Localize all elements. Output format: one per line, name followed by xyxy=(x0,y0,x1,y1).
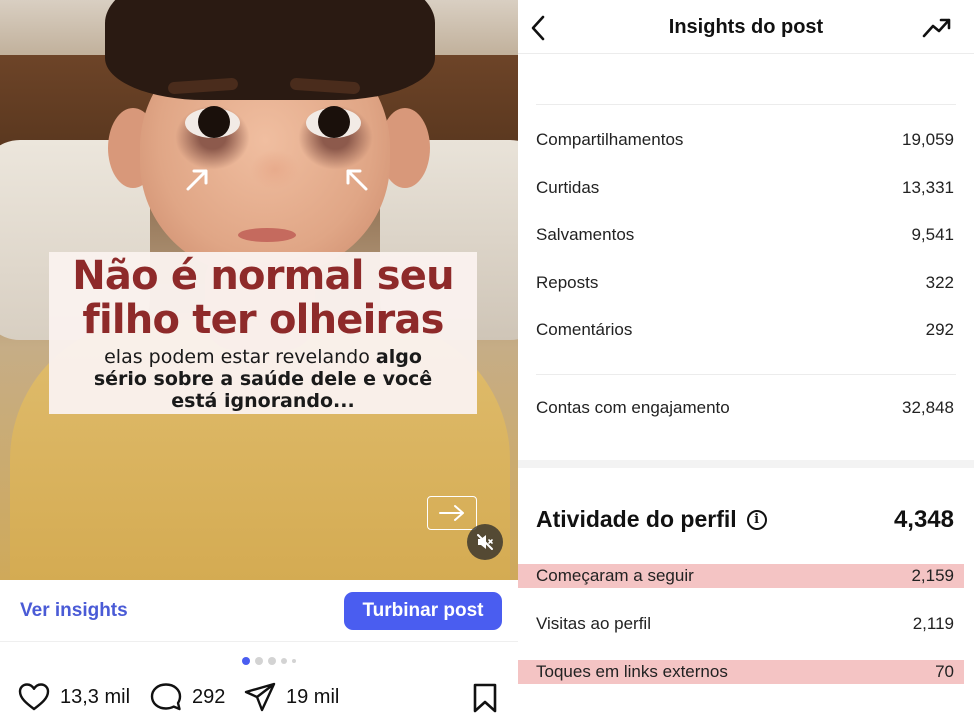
next-slide-button[interactable] xyxy=(427,496,477,530)
metric-value: 9,541 xyxy=(911,225,954,244)
view-insights-link[interactable]: Ver insights xyxy=(20,600,128,622)
metric-row-shares: Compartilhamentos 19,059 xyxy=(536,128,954,152)
save-button[interactable] xyxy=(472,682,498,714)
carousel-dot xyxy=(292,659,296,663)
metric-row-comments: Comentários 292 xyxy=(536,318,954,342)
metric-value: 292 xyxy=(925,320,954,339)
heart-icon xyxy=(18,683,50,711)
metric-row-reposts: Reposts 322 xyxy=(536,271,954,295)
comment-button[interactable]: 292 xyxy=(150,682,225,712)
metric-label: Visitas ao perfil xyxy=(536,614,651,633)
like-count: 13,3 mil xyxy=(60,685,131,708)
metric-label: Curtidas xyxy=(536,178,600,197)
carousel-indicator xyxy=(242,657,296,665)
page-title: Insights do post xyxy=(668,16,824,38)
trending-icon[interactable] xyxy=(922,14,952,40)
metric-row-saves: Salvamentos 9,541 xyxy=(536,223,954,247)
metric-value: 13,331 xyxy=(902,178,954,197)
social-stats: 13,3 mil 292 19 mil xyxy=(18,682,508,716)
send-icon xyxy=(244,682,276,712)
info-icon[interactable]: i xyxy=(746,509,767,530)
section-title-text: Atividade do perfil xyxy=(536,506,737,532)
headline-line-2: filho ter olheiras xyxy=(82,297,444,343)
mute-icon xyxy=(477,534,493,550)
divider xyxy=(536,104,956,105)
carousel-dot xyxy=(281,658,287,664)
metric-label: Contas com engajamento xyxy=(536,398,730,417)
subline: elas podem estar revelando algo sério so… xyxy=(49,346,477,412)
section-separator xyxy=(518,460,974,468)
share-count: 19 mil xyxy=(286,685,340,708)
arrow-up-right-icon xyxy=(186,169,208,191)
iris xyxy=(318,106,350,138)
post-image[interactable]: Não é normal seu filho ter olheiras elas… xyxy=(0,0,518,580)
arrow-right-icon xyxy=(439,505,464,521)
comment-icon xyxy=(150,683,182,711)
bookmark-icon xyxy=(473,683,497,713)
metric-label: Começaram a seguir xyxy=(536,566,694,585)
like-button[interactable]: 13,3 mil xyxy=(18,682,130,712)
share-button[interactable]: 19 mil xyxy=(244,682,339,712)
arrow-up-left-icon xyxy=(346,169,368,191)
metric-row-new-followers: Começaram a seguir 2,159 xyxy=(518,564,964,588)
metric-row-profile-visits: Visitas ao perfil 2,119 xyxy=(536,612,954,636)
mute-button[interactable] xyxy=(467,524,503,560)
metric-label: Reposts xyxy=(536,273,599,292)
metric-value: 322 xyxy=(925,273,954,292)
comment-count: 292 xyxy=(192,685,226,708)
metric-label: Comentários xyxy=(536,320,633,339)
metric-value: 70 xyxy=(935,662,954,681)
metric-value: 2,119 xyxy=(912,614,954,633)
profile-activity-total: 4,348 xyxy=(893,506,954,533)
insights-panel: Insights do post Compartilhamentos 19,05… xyxy=(518,0,974,720)
metric-label: Toques em links externos xyxy=(536,662,728,681)
headline-line-1: Não é normal seu xyxy=(72,253,454,299)
text-overlay: Não é normal seu filho ter olheiras elas… xyxy=(49,252,477,414)
metric-row-external-links: Toques em links externos 70 xyxy=(518,660,964,684)
mouth xyxy=(238,228,296,242)
nose xyxy=(250,150,300,190)
child-hair xyxy=(105,0,435,100)
metric-value: 2,159 xyxy=(911,566,954,585)
post-panel: Não é normal seu filho ter olheiras elas… xyxy=(0,0,518,720)
metric-row-accounts-engaged: Contas com engajamento 32,848 xyxy=(536,396,954,420)
profile-activity-title: Atividade do perfil i xyxy=(536,506,767,533)
metric-label: Compartilhamentos xyxy=(536,130,684,149)
divider xyxy=(536,374,956,375)
iris xyxy=(198,106,230,138)
carousel-dot xyxy=(268,657,276,665)
metric-row-likes: Curtidas 13,331 xyxy=(536,176,954,200)
carousel-dot xyxy=(255,657,263,665)
boost-post-button[interactable]: Turbinar post xyxy=(344,592,502,630)
subline-normal: elas podem estar revelando xyxy=(104,346,376,368)
metric-value: 19,059 xyxy=(902,130,954,149)
insights-header: Insights do post xyxy=(518,0,974,54)
post-actions-bar: Ver insights Turbinar post xyxy=(0,580,518,642)
metric-value: 32,848 xyxy=(902,398,954,417)
carousel-dot-active xyxy=(242,657,250,665)
metric-label: Salvamentos xyxy=(536,225,635,244)
